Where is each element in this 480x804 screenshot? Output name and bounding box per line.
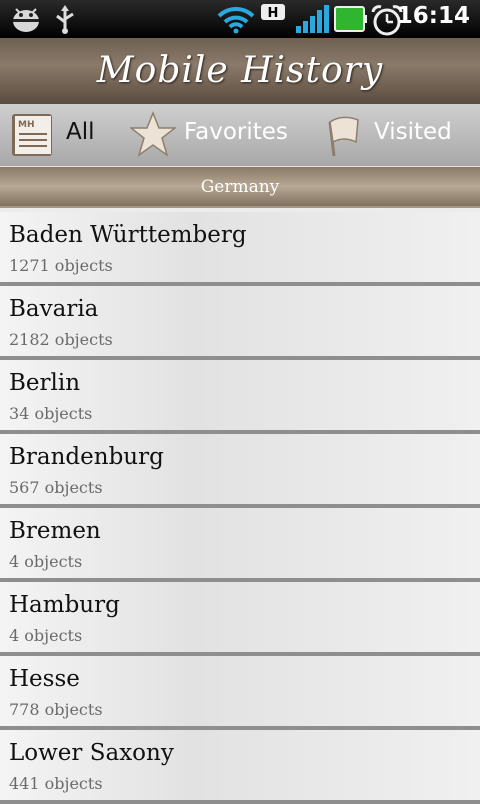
list-item[interactable]: Hamburg 4 objects xyxy=(0,582,480,656)
list-item[interactable]: Lower Saxony 441 objects xyxy=(0,730,480,804)
section-header: Germany xyxy=(0,166,480,208)
object-count: 441 objects xyxy=(9,774,103,793)
wifi-icon xyxy=(217,6,255,34)
star-icon xyxy=(130,111,176,157)
tab-favorites[interactable]: Favorites xyxy=(120,104,300,166)
region-list: Baden Württemberg 1271 objects Bavaria 2… xyxy=(0,212,480,804)
list-item[interactable]: Brandenburg 567 objects xyxy=(0,434,480,508)
list-item[interactable]: Berlin 34 objects xyxy=(0,360,480,434)
status-bar: H 16:14 xyxy=(0,0,480,38)
object-count: 4 objects xyxy=(9,626,83,645)
list-item[interactable]: Hesse 778 objects xyxy=(0,656,480,730)
signal-icon xyxy=(296,5,329,33)
region-name: Brandenburg xyxy=(9,444,164,470)
object-count: 778 objects xyxy=(9,700,103,719)
region-name: Berlin xyxy=(9,370,81,396)
tab-all[interactable]: MH All xyxy=(0,104,120,166)
app-title: Mobile History xyxy=(96,50,384,91)
book-logo-text: MH xyxy=(18,120,35,130)
hspa-label: H xyxy=(268,6,279,21)
region-name: Hesse xyxy=(9,666,80,692)
clock-time: 16:14 xyxy=(396,3,470,29)
tab-favorites-label: Favorites xyxy=(184,119,288,145)
tab-bar: MH All Favorites Visited xyxy=(0,104,480,166)
section-title: Germany xyxy=(200,177,280,197)
object-count: 4 objects xyxy=(9,552,83,571)
object-count: 2182 objects xyxy=(9,330,113,349)
region-name: Hamburg xyxy=(9,592,120,618)
tab-all-label: All xyxy=(66,119,95,145)
android-debug-icon xyxy=(13,8,39,32)
battery-icon xyxy=(334,6,367,32)
hspa-icon: H xyxy=(261,4,285,21)
tab-visited[interactable]: Visited xyxy=(300,104,480,166)
list-item[interactable]: Bavaria 2182 objects xyxy=(0,286,480,360)
object-count: 34 objects xyxy=(9,404,93,423)
app-header: Mobile History xyxy=(0,38,480,105)
object-count: 567 objects xyxy=(9,478,103,497)
tab-visited-label: Visited xyxy=(374,119,452,145)
list-item[interactable]: Baden Württemberg 1271 objects xyxy=(0,212,480,286)
region-name: Lower Saxony xyxy=(9,740,174,766)
region-name: Bavaria xyxy=(9,296,99,322)
usb-icon xyxy=(56,5,74,34)
list-item[interactable]: Bremen 4 objects xyxy=(0,508,480,582)
flag-icon xyxy=(328,116,359,157)
region-name: Baden Württemberg xyxy=(9,222,247,248)
book-icon: MH xyxy=(12,114,52,156)
region-name: Bremen xyxy=(9,518,101,544)
object-count: 1271 objects xyxy=(9,256,113,275)
